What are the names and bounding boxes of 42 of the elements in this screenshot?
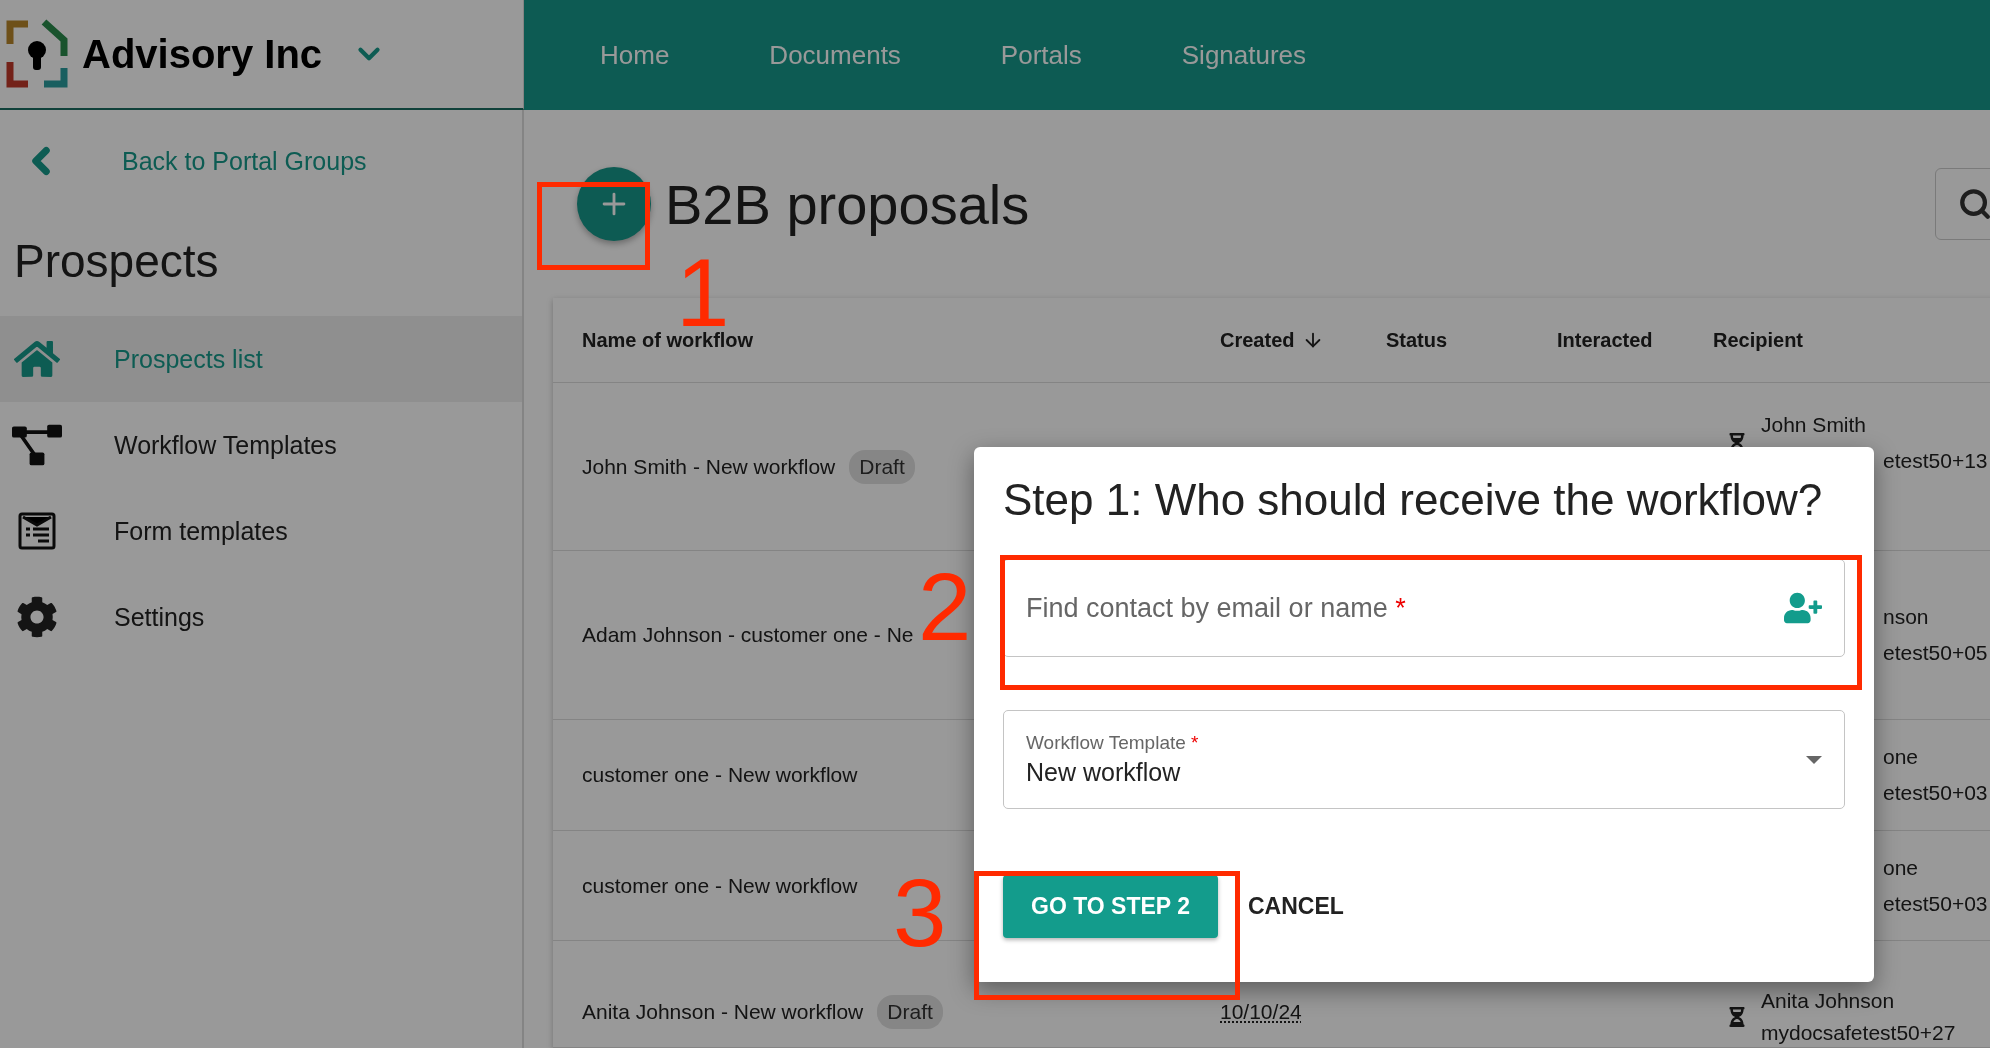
recipient-name: one bbox=[1883, 745, 1920, 769]
draft-badge: Draft bbox=[849, 449, 915, 484]
dialog-title: Step 1: Who should receive the workflow? bbox=[1003, 475, 1824, 525]
draft-badge: Draft bbox=[877, 995, 943, 1029]
dropdown-arrow-icon bbox=[1806, 755, 1822, 764]
step-number: 2 bbox=[918, 570, 972, 645]
sidebar-item[interactable]: Workflow Templates bbox=[0, 402, 522, 488]
workflow-name: customer one - New workflow bbox=[582, 873, 858, 898]
workflow-name: Adam Johnson - customer one - Ne bbox=[582, 623, 914, 647]
workflow-name: customer one - New workflow bbox=[582, 763, 858, 787]
column-header[interactable]: Name of workflow bbox=[582, 328, 1220, 352]
next-step-button[interactable]: GO TO STEP 2 bbox=[1003, 875, 1218, 938]
brand-name: Advisory Inc bbox=[82, 31, 323, 77]
page-title: B2B proposals bbox=[665, 171, 1031, 237]
column-header[interactable]: Recipient bbox=[1713, 328, 1990, 352]
created-date: 10/10/24 bbox=[1220, 1000, 1302, 1024]
logo-icon bbox=[6, 18, 68, 90]
recipient-name: nson bbox=[1883, 605, 1930, 629]
column-header[interactable]: Status bbox=[1386, 328, 1557, 352]
form-icon bbox=[18, 512, 56, 550]
recipient-email: etest50+03 bbox=[1883, 891, 1988, 916]
recipient-email: etest50+05 bbox=[1883, 641, 1988, 665]
settings-icon bbox=[16, 596, 58, 638]
sidebar-item[interactable]: Settings bbox=[0, 574, 522, 660]
step-number: 1 bbox=[676, 256, 730, 331]
workflow-name: John Smith - New workflow bbox=[582, 454, 836, 479]
recipient-email: etest50+03 bbox=[1883, 781, 1988, 805]
column-header[interactable]: Created bbox=[1220, 328, 1386, 352]
search-icon bbox=[1958, 187, 1990, 221]
recipient-name: one bbox=[1883, 855, 1920, 880]
recipient-email: etest50+13 bbox=[1883, 449, 1988, 473]
template-select[interactable]: Workflow Template * New workflow bbox=[1003, 710, 1845, 809]
flowchart-icon bbox=[12, 423, 62, 467]
cancel-button[interactable]: CANCEL bbox=[1247, 875, 1344, 938]
recipient-name: Anita Johnson bbox=[1761, 989, 1896, 1013]
sidebar-item[interactable]: Form templates bbox=[0, 488, 522, 574]
workflow-name: Anita Johnson - New workflow bbox=[582, 1000, 864, 1024]
recipient-name: John Smith bbox=[1761, 413, 1868, 437]
column-header[interactable]: Interacted bbox=[1557, 328, 1713, 352]
step-number: 3 bbox=[893, 876, 947, 951]
sidebar-heading: Prospects bbox=[13, 234, 220, 289]
recipient-email: mydocsafetest50+27 bbox=[1761, 1021, 1956, 1045]
